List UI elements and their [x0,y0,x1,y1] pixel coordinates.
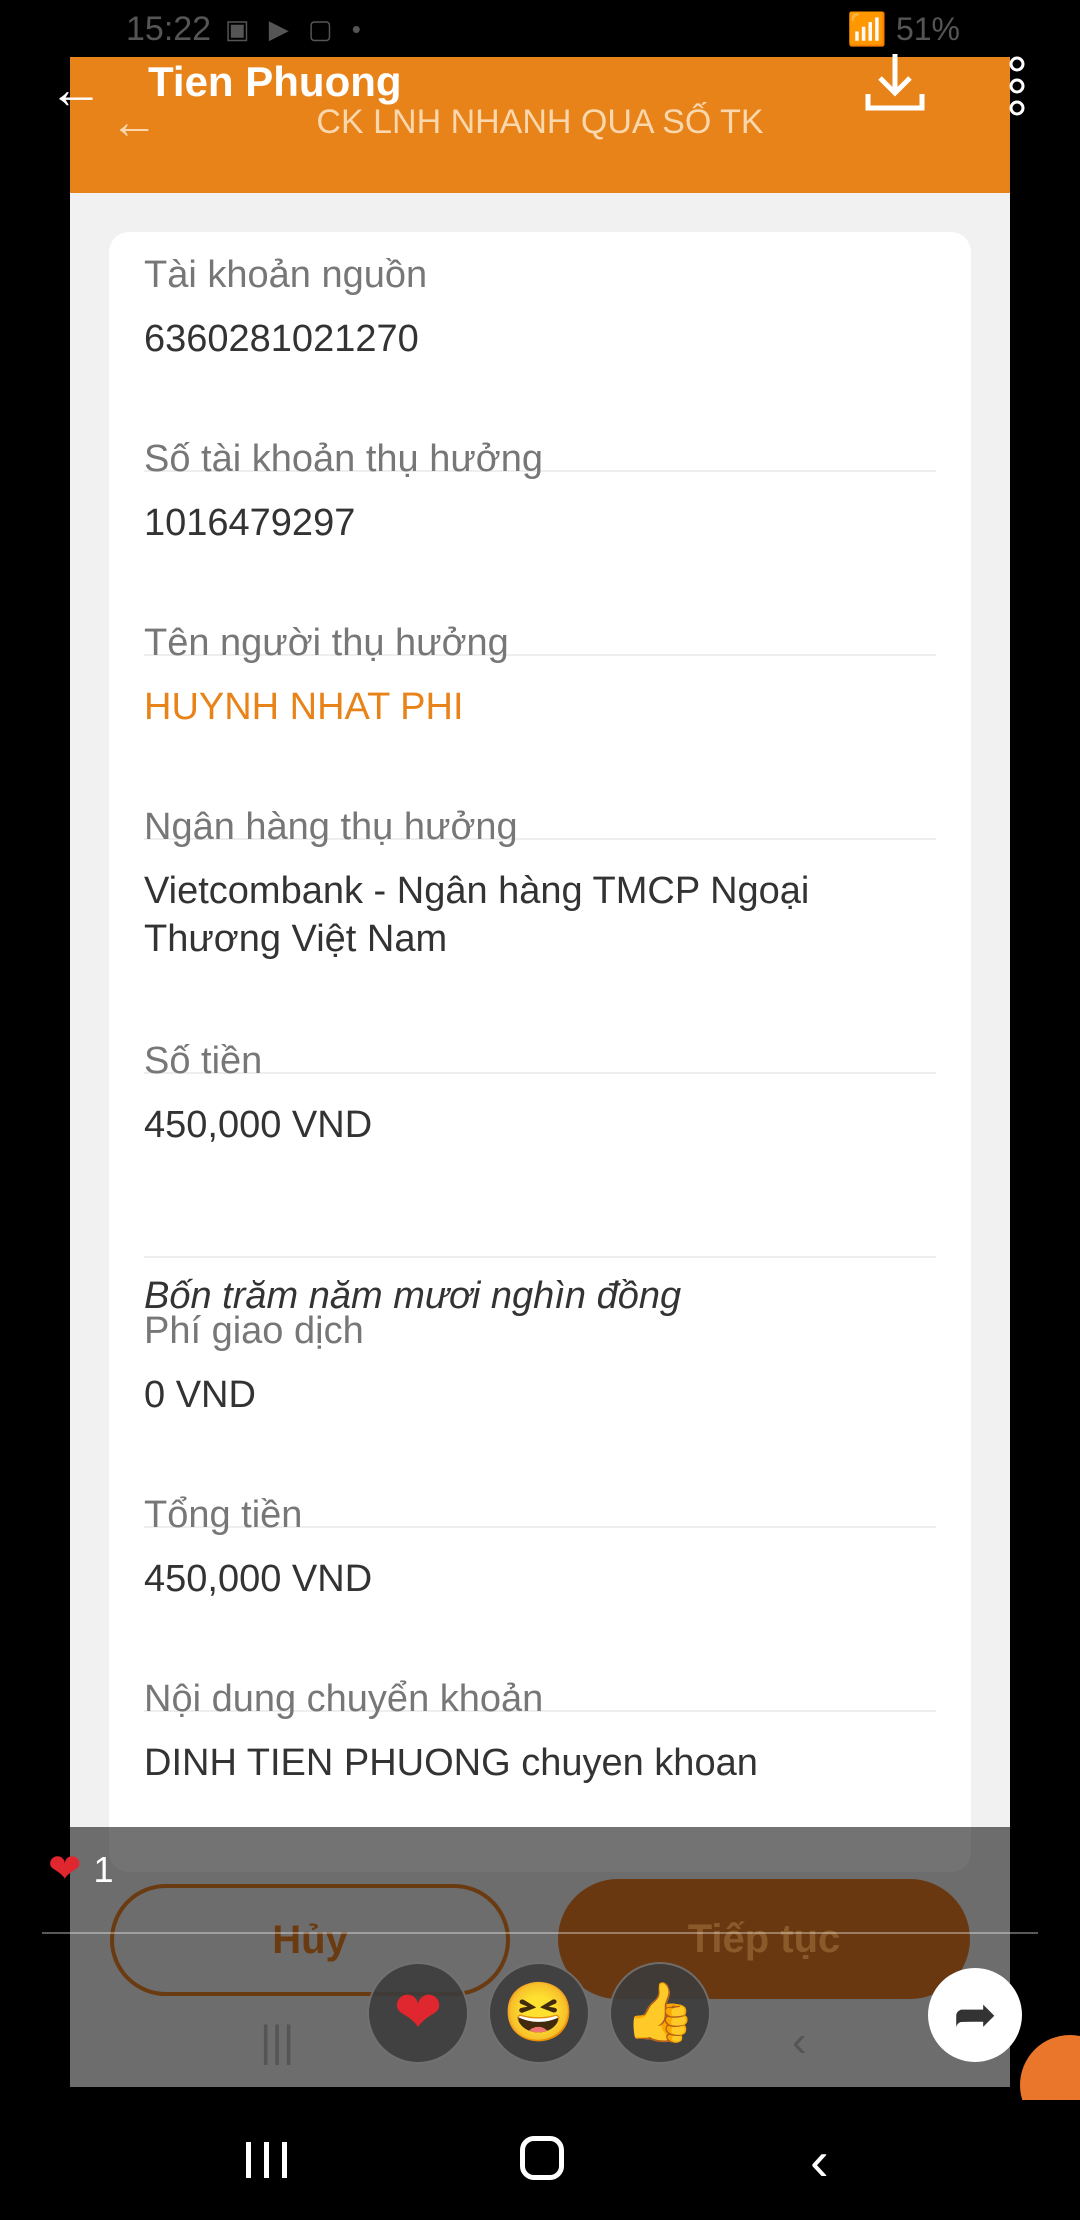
inner-back-chevron-icon: ‹ [792,2017,807,2066]
status-right: 📶 51% [847,10,960,48]
viewer-top-bar: ← Tien Phuong [0,54,1080,158]
share-icon: ➦ [953,1986,997,2044]
react-heart-button[interactable]: ❤ [367,1962,469,2064]
field-value: Vietcombank - Ngân hàng TMCP Ngoại Thươn… [144,870,810,960]
share-button[interactable]: ➦ [928,1968,1022,2062]
field-value: HUYNH NHAT PHI [144,686,464,728]
field-beneficiary-bank: Ngân hàng thụ hưởng Vietcombank - Ngân h… [144,806,936,963]
shared-screenshot[interactable]: ← CK LNH NHANH QUA SỐ TK Tài khoản nguồn… [70,57,1010,2087]
react-thumbs-up-button[interactable]: 👍 [609,1962,711,2064]
more-vertical-icon[interactable] [1006,56,1028,116]
inner-recent-icon: ||| [260,2017,295,2066]
field-label: Nội dung chuyển khoản [144,1678,544,1720]
field-transfer-content: Nội dung chuyển khoản DINH TIEN PHUONG c… [144,1678,936,1787]
system-nav-bar: ‹ [0,2100,1080,2220]
reaction-count: 1 [93,1849,114,1890]
thumbs-up-icon: 👍 [623,1980,697,2045]
field-label: Số tài khoản thụ hưởng [144,438,543,480]
field-total: Tổng tiền 450,000 VND [144,1494,936,1603]
field-label: Phí giao dịch [144,1310,364,1352]
back-arrow-icon[interactable]: ← [48,56,104,121]
heart-icon: ❤ [393,1980,443,2045]
field-value: 450,000 VND [144,1104,373,1146]
notification-icons: ▣ ▶ ▢ • [225,14,367,44]
field-amount: Số tiền 450,000 VND [144,1040,936,1149]
reaction-summary[interactable]: ❤ 1 [48,1846,114,1892]
field-label: Ngân hàng thụ hưởng [144,806,518,848]
download-icon[interactable] [860,48,930,118]
field-label: Tổng tiền [144,1494,303,1536]
laugh-icon: 😆 [502,1980,576,2045]
battery-level: 51% [895,11,960,47]
field-value: 1016479297 [144,502,356,544]
field-beneficiary-account: Số tài khoản thụ hưởng 1016479297 [144,438,936,547]
transfer-details-card: Tài khoản nguồn 6360281021270 Số tài kho… [109,232,971,1872]
field-value: 0 VND [144,1374,256,1416]
home-icon[interactable] [520,2136,564,2180]
react-laugh-button[interactable]: 😆 [488,1962,590,2064]
signal-icon: 📶 [847,11,888,47]
sender-name: Tien Phuong [148,58,402,105]
field-beneficiary-name: Tên người thụ hưởng HUYNH NHAT PHI [144,622,936,731]
field-label: Số tiền [144,1040,263,1082]
field-value: 6360281021270 [144,318,419,360]
field-label: Tài khoản nguồn [144,254,428,296]
divider [144,1256,936,1258]
heart-icon: ❤ [48,1847,82,1891]
status-time: 15:22 [126,10,212,48]
field-label: Tên người thụ hưởng [144,622,509,664]
field-source-account: Tài khoản nguồn 6360281021270 [144,254,936,363]
divider [42,1932,1038,1934]
field-transaction-fee: Phí giao dịch 0 VND [144,1310,936,1419]
field-value: 450,000 VND [144,1558,373,1600]
back-chevron-icon[interactable]: ‹ [810,2128,829,2193]
field-value: DINH TIEN PHUONG chuyen khoan [144,1742,758,1784]
recent-apps-icon[interactable] [242,2140,292,2180]
